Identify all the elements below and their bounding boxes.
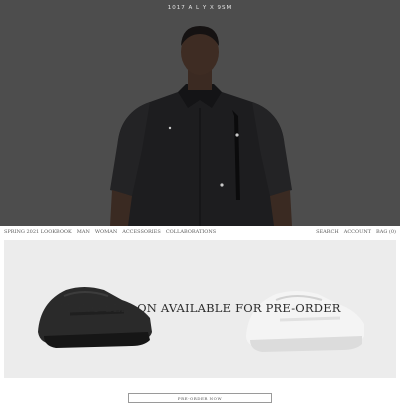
model-photo [0, 0, 400, 226]
nav-item-accessories[interactable]: ACCESSORIES [122, 229, 161, 235]
hero-image[interactable]: 1017 A L Y X 9SM [0, 0, 400, 226]
banner-headline: MONO SLIP ON AVAILABLE FOR PRE-ORDER [59, 301, 341, 315]
product-banner[interactable]: MONO SLIP ON AVAILABLE FOR PRE-ORDER [4, 240, 396, 378]
brand-logo[interactable]: 1017 A L Y X 9SM [0, 5, 400, 11]
account-link[interactable]: ACCOUNT [344, 229, 371, 235]
nav-item-lookbook[interactable]: SPRING 2021 LOOKBOOK [4, 229, 72, 235]
pre-order-button[interactable]: PRE-ORDER NOW [128, 393, 272, 403]
main-nav: SPRING 2021 LOOKBOOK MAN WOMAN ACCESSORI… [0, 226, 400, 238]
nav-item-man[interactable]: MAN [77, 229, 90, 235]
search-link[interactable]: SEARCH [316, 229, 339, 235]
black-shoe-image [38, 287, 152, 348]
bag-link[interactable]: BAG (0) [376, 229, 396, 235]
nav-item-collaborations[interactable]: COLLABORATIONS [166, 229, 216, 235]
nav-item-woman[interactable]: WOMAN [95, 229, 117, 235]
